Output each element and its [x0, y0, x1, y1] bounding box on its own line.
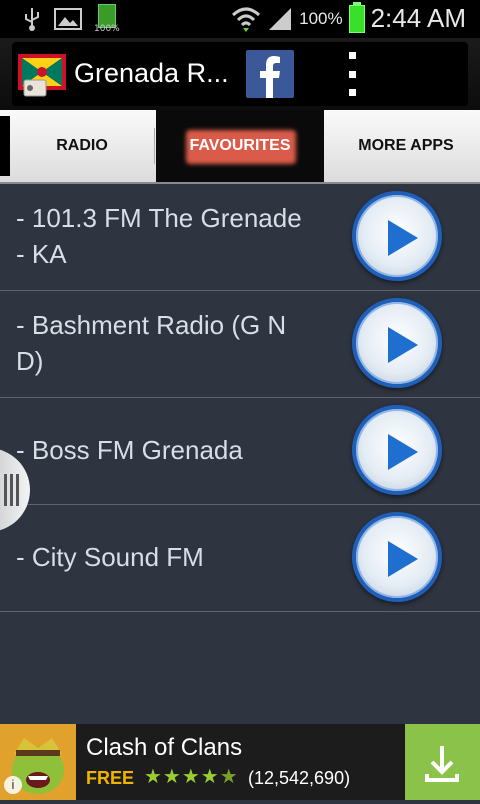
play-icon [388, 434, 418, 470]
ad-title: Clash of Clans [86, 734, 243, 761]
facebook-button[interactable] [246, 50, 294, 98]
ad-banner[interactable]: i Clash of Clans FREE ★★★★★ (12,542,690) [0, 724, 480, 800]
status-bar: 100% 100% 2:44 AM [0, 0, 480, 38]
station-name: - 101.3 FM The Grenade - KA [16, 203, 302, 269]
tab-more-apps-label: MORE APPS [358, 137, 454, 154]
play-icon [388, 220, 418, 256]
play-button[interactable] [352, 191, 442, 281]
facebook-icon [260, 56, 280, 98]
list-item[interactable]: - City Sound FM [0, 505, 480, 612]
gallery-icon [54, 8, 82, 30]
play-button[interactable] [352, 512, 442, 602]
tab-bar: RADIO FAVOURITES MORE APPS [0, 110, 480, 184]
overflow-menu-button[interactable] [340, 52, 364, 96]
wifi-icon [232, 7, 261, 32]
tab-more-apps[interactable]: MORE APPS [332, 110, 480, 182]
station-list: - 101.3 FM The Grenade - KA - Bashment R… [0, 184, 480, 612]
download-icon [425, 746, 459, 782]
tab-favourites-label: FAVOURITES [189, 137, 291, 154]
usb-icon [25, 8, 39, 31]
signal-icon [269, 7, 292, 30]
download-button[interactable] [405, 724, 480, 800]
ad-info-icon[interactable]: i [4, 776, 22, 794]
app-title: Grenada R... [74, 58, 229, 88]
station-name: - Boss FM Grenada [16, 435, 243, 465]
station-name: - Bashment Radio (G N D) [16, 310, 287, 376]
rating-stars-icon: ★★★★★ [144, 764, 239, 788]
action-bar [0, 38, 480, 110]
mini-battery-icon: 100% [94, 4, 120, 34]
list-item[interactable]: - Bashment Radio (G N D) [0, 291, 480, 398]
list-item[interactable]: - Boss FM Grenada [0, 398, 480, 505]
grenada-flag-icon[interactable] [18, 50, 66, 98]
mini-battery-label: 100% [94, 24, 120, 34]
tab-radio-label: RADIO [56, 137, 108, 154]
tab-radio[interactable]: RADIO [10, 110, 154, 182]
play-icon [388, 327, 418, 363]
battery-percent: 100% [299, 8, 343, 28]
play-button[interactable] [352, 405, 442, 495]
play-button[interactable] [352, 298, 442, 388]
battery-icon [348, 1, 365, 33]
play-icon [388, 541, 418, 577]
clock: 2:44 AM [370, 3, 466, 33]
list-item[interactable]: - 101.3 FM The Grenade - KA [0, 184, 480, 291]
ad-rating-count: (12,542,690) [248, 768, 351, 788]
ad-price: FREE [86, 768, 135, 788]
station-name: - City Sound FM [16, 542, 204, 572]
tab-favourites[interactable]: FAVOURITES [156, 110, 324, 182]
